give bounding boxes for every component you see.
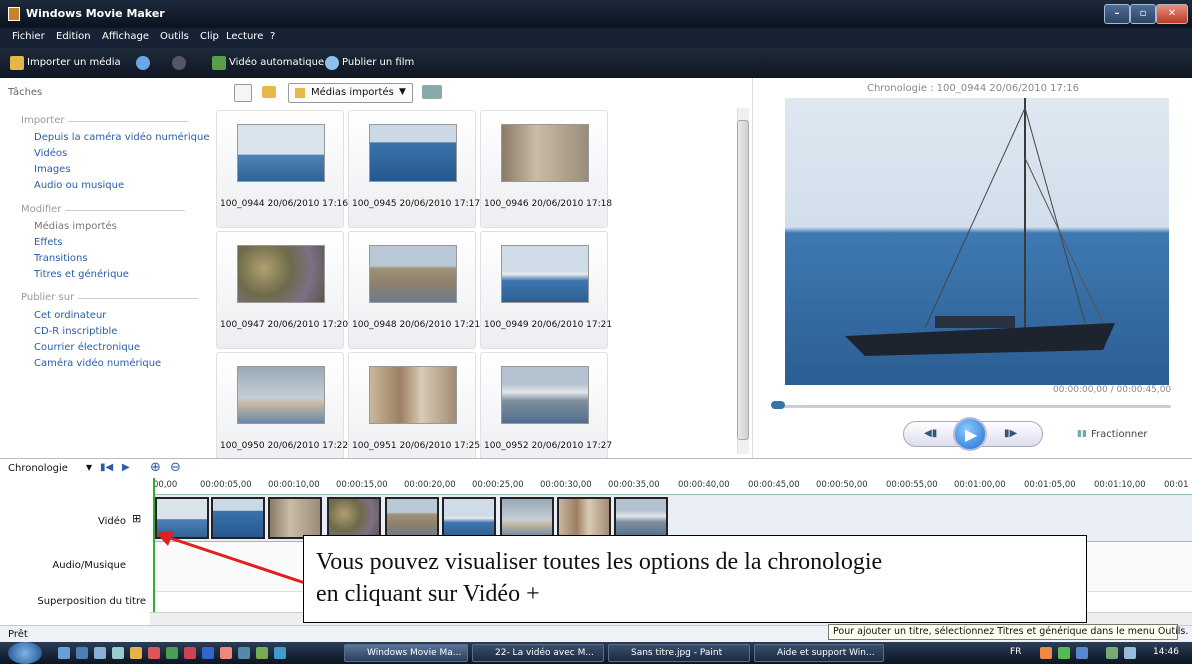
- taskbar-item-paint[interactable]: Sans titre.jpg - Paint: [608, 644, 750, 662]
- quicklaunch-icon[interactable]: [148, 647, 160, 659]
- callout-line-1: Vous pouvez visualiser toutes les option…: [316, 549, 883, 575]
- quicklaunch-icon[interactable]: [220, 647, 232, 659]
- taskbar-item-word[interactable]: 22- La vidéo avec M...: [472, 644, 604, 662]
- clock[interactable]: 14:46: [1153, 647, 1179, 657]
- tray-icon[interactable]: [1058, 647, 1070, 659]
- callout-line-2: en cliquant sur Vidéo +: [316, 581, 540, 607]
- taskbar-item-help[interactable]: Aide et support Win...: [754, 644, 884, 662]
- volume-icon[interactable]: [1124, 647, 1136, 659]
- quicklaunch-icon[interactable]: [184, 647, 196, 659]
- start-button[interactable]: [8, 642, 42, 664]
- quicklaunch-icon[interactable]: [256, 647, 268, 659]
- quicklaunch-icon[interactable]: [238, 647, 250, 659]
- annotation-callout: Vous pouvez visualiser toutes les option…: [303, 535, 1087, 623]
- network-icon[interactable]: [1106, 647, 1118, 659]
- quicklaunch-icon[interactable]: [274, 647, 286, 659]
- quicklaunch-icon[interactable]: [58, 647, 70, 659]
- tray-icon[interactable]: [1040, 647, 1052, 659]
- quicklaunch-icon[interactable]: [112, 647, 124, 659]
- quicklaunch-icon[interactable]: [166, 647, 178, 659]
- callout-text: Vous pouvez visualiser toutes les option…: [316, 546, 882, 610]
- quicklaunch-icon[interactable]: [202, 647, 214, 659]
- taskbar: Windows Movie Ma... 22- La vidéo avec M.…: [0, 642, 1192, 664]
- tray-icon[interactable]: [1076, 647, 1088, 659]
- language-indicator[interactable]: FR: [1010, 647, 1021, 657]
- quicklaunch-icon[interactable]: [130, 647, 142, 659]
- quicklaunch-icon[interactable]: [76, 647, 88, 659]
- taskbar-item-moviemaker[interactable]: Windows Movie Ma...: [344, 644, 468, 662]
- quicklaunch-icon[interactable]: [94, 647, 106, 659]
